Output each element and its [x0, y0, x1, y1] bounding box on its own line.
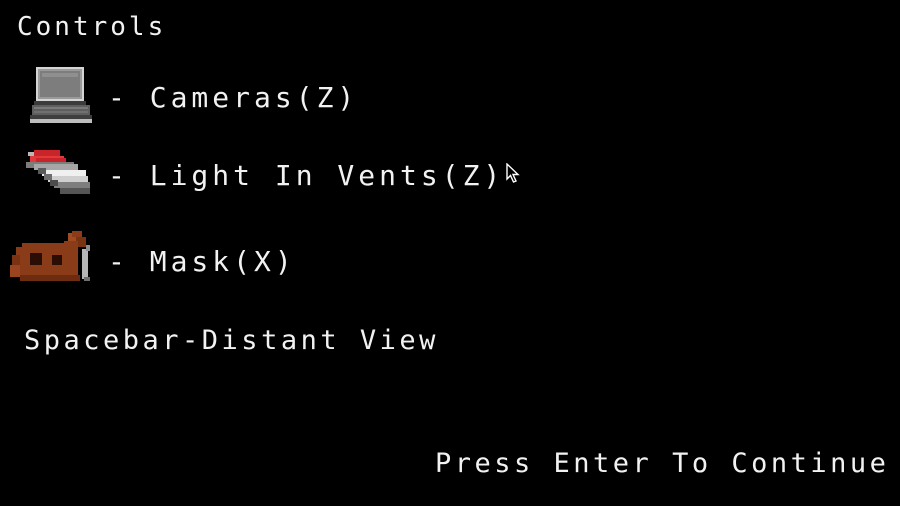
screen-title: Controls	[17, 12, 167, 42]
mouse-cursor-icon	[506, 162, 520, 187]
controls-screen: Controls - Cameras(Z) - Light In Vents(Z…	[0, 0, 900, 506]
control-mask-label: - Mask(X)	[108, 245, 296, 278]
control-cameras-label: - Cameras(Z)	[108, 81, 359, 114]
continue-prompt[interactable]: Press Enter To Continue	[435, 450, 889, 477]
laptop-icon	[30, 67, 92, 125]
mask-icon	[10, 231, 94, 285]
control-light-label: - Light In Vents(Z)	[108, 159, 505, 192]
flashlight-icon	[24, 150, 92, 198]
spacebar-hint: Spacebar-Distant View	[24, 325, 439, 356]
